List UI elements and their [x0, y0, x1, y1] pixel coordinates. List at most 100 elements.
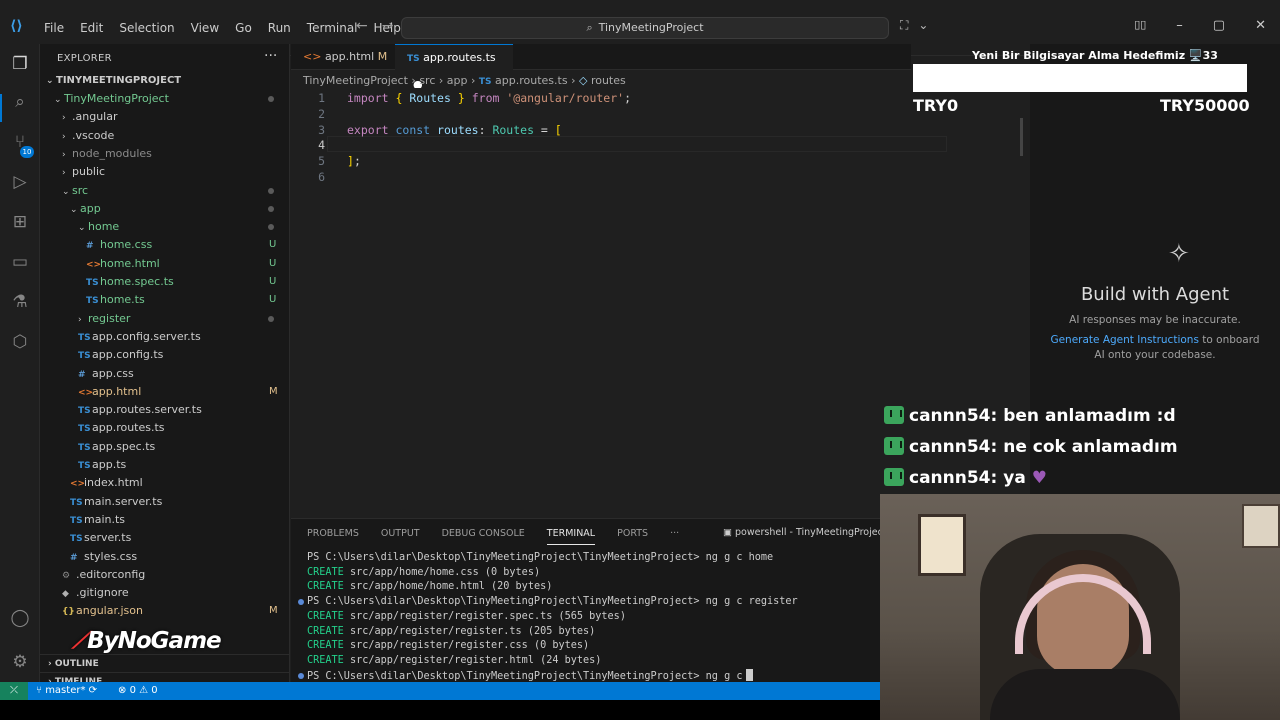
terminal-line: CREATE src/app/register/register.spec.ts…	[307, 610, 877, 625]
testing-icon[interactable]: ⚗	[8, 290, 32, 314]
tree-file[interactable]: TSapp.ts	[40, 456, 290, 474]
tree-folder[interactable]: ⌄ src	[40, 182, 290, 200]
tree-file[interactable]: ◆ .gitignore	[40, 584, 290, 602]
outline-section[interactable]: › OUTLINE	[40, 654, 290, 672]
line-number: 4	[318, 138, 325, 152]
settings-gear-icon[interactable]: ⚙	[8, 650, 32, 674]
tree-file[interactable]: <>index.html	[40, 474, 290, 492]
command-center-search[interactable]: ⌕ TinyMeetingProject	[401, 17, 889, 39]
menu-item-edit[interactable]: Edit	[72, 20, 111, 36]
menu-item-selection[interactable]: Selection	[111, 20, 182, 36]
chat-message: cannn54: ben anlamadım :d	[884, 406, 1176, 426]
menu-item-file[interactable]: File	[36, 20, 72, 36]
twitch-icon	[884, 406, 904, 424]
menu-item-go[interactable]: Go	[227, 20, 260, 36]
tree-file[interactable]: ⚙ .editorconfig	[40, 566, 290, 584]
menu-item-run[interactable]: Run	[260, 20, 299, 36]
tree-item-label: styles.css	[84, 549, 138, 563]
workspace-header[interactable]: ⌄ TINYMEETINGPROJECT	[40, 72, 290, 90]
tree-file[interactable]: TSapp.spec.ts	[40, 438, 290, 456]
panel-tab-debug-console[interactable]: DEBUG CONSOLE	[442, 527, 525, 545]
tree-file[interactable]: TSapp.config.server.ts	[40, 328, 290, 346]
agent-title: Build with Agent	[1080, 284, 1230, 305]
ts-file-icon: TS	[78, 406, 91, 417]
tree-item-label: public	[72, 165, 106, 179]
git-file-icon: ◆	[62, 589, 69, 600]
chevron-right-icon: ›	[62, 149, 66, 160]
panel-more-icon[interactable]: ···	[670, 527, 679, 545]
tree-item-label: main.ts	[84, 512, 126, 526]
tree-file[interactable]: TSserver.ts	[40, 529, 290, 547]
remote-explorer-icon[interactable]: ▭	[8, 250, 32, 274]
tree-file[interactable]: TSapp.routes.ts	[40, 419, 290, 437]
panel-tab-ports[interactable]: PORTS	[617, 527, 648, 545]
panel-tabs: PROBLEMS OUTPUT DEBUG CONSOLE TERMINAL PORTS…	[307, 527, 679, 545]
tree-folder[interactable]: ⌄ TinyMeetingProject	[40, 90, 290, 108]
tree-file[interactable]: TSmain.server.ts	[40, 493, 290, 511]
tree-folder[interactable]: ⌄ app	[40, 200, 290, 218]
maximize-icon[interactable]: ▢	[1213, 18, 1225, 33]
tree-file[interactable]: TShome.spec.ts U	[40, 273, 290, 291]
explorer-icon[interactable]: ❐	[8, 52, 32, 76]
generate-instructions-link[interactable]: Generate Agent Instructions	[1050, 334, 1198, 346]
tree-file[interactable]: <>app.html M	[40, 383, 290, 401]
terminal-output[interactable]: PS C:\Users\dilar\Desktop\TinyMeetingPro…	[298, 551, 877, 684]
tree-folder[interactable]: › register	[40, 310, 290, 328]
tree-file[interactable]: TShome.ts U	[40, 291, 290, 309]
terminal-text: PS C:\Users\dilar\Desktop\TinyMeetingPro…	[307, 552, 774, 563]
forward-arrow-icon[interactable]: →	[382, 18, 394, 34]
menu-item-view[interactable]: View	[183, 20, 227, 36]
terminal-line: PS C:\Users\dilar\Desktop\TinyMeetingPro…	[298, 595, 877, 610]
terminal-shell-label[interactable]: ▣ powershell - TinyMeetingProject	[723, 527, 887, 538]
create-label: CREATE	[307, 625, 344, 637]
tree-folder[interactable]: › .angular	[40, 108, 290, 126]
tree-file[interactable]: TSapp.config.ts	[40, 346, 290, 364]
tree-folder[interactable]: › .vscode	[40, 127, 290, 145]
tab-app-html[interactable]: <> app.html M	[291, 44, 395, 70]
tree-file[interactable]: # app.css	[40, 365, 290, 383]
remote-indicator-icon[interactable]: ⤫	[0, 682, 28, 700]
back-arrow-icon[interactable]: ←	[356, 18, 368, 34]
chevron-down-icon[interactable]: ⌄	[918, 18, 928, 33]
layout-icon[interactable]: ▯▯	[1134, 18, 1146, 33]
minimap[interactable]	[1020, 118, 1023, 156]
terminal-line: CREATE src/app/register/register.html (2…	[307, 654, 877, 669]
panel-tab-terminal[interactable]: TERMINAL	[546, 527, 596, 545]
tree-item-label: app.routes.server.ts	[92, 403, 202, 417]
modified-dot	[268, 315, 274, 322]
sync-icon: ⟳	[88, 685, 98, 696]
twitch-icon	[884, 437, 904, 455]
tree-file[interactable]: {}angular.json M	[40, 602, 290, 620]
extensions-icon[interactable]: ⊞	[8, 210, 32, 234]
containers-icon[interactable]: ⬡	[8, 330, 32, 354]
search-icon[interactable]: ⌕	[8, 90, 32, 114]
tree-file[interactable]: TSmain.ts	[40, 511, 290, 529]
line-number: 6	[318, 170, 325, 184]
panel-tab-output[interactable]: OUTPUT	[381, 527, 420, 545]
more-actions-icon[interactable]: ···	[264, 48, 277, 64]
accounts-icon[interactable]: ◯	[8, 606, 32, 630]
run-debug-icon[interactable]: ▷	[8, 170, 32, 194]
tree-file[interactable]: TSapp.routes.server.ts	[40, 401, 290, 419]
close-icon[interactable]: ✕	[1255, 18, 1266, 33]
tree-folder[interactable]: › public	[40, 163, 290, 181]
css-file-icon: #	[86, 241, 94, 252]
tree-folder[interactable]: ⌄ home	[40, 218, 290, 236]
minimize-icon[interactable]: –	[1176, 18, 1183, 33]
vscode-window: ⟨⟩ File Edit Selection View Go Run Terminal Hel…	[0, 0, 1280, 720]
terminal-line: CREATE src/app/home/home.css (0 bytes)	[307, 566, 877, 581]
tree-folder[interactable]: › node_modules	[40, 145, 290, 163]
git-branch[interactable]: ⑂ master* ⟳	[36, 682, 97, 700]
copilot-icon[interactable]: ⛶	[900, 18, 908, 33]
chevron-down-icon: ⌄	[78, 223, 86, 234]
modified-dot	[268, 187, 274, 194]
ts-file-icon: TS	[78, 351, 91, 362]
terminal-text: src/app/register/register.spec.ts (565 b…	[343, 610, 626, 622]
bynogame-logo: ⟋ByNoGame	[72, 628, 222, 654]
tree-file[interactable]: <>home.html U	[40, 255, 290, 273]
panel-tab-problems[interactable]: PROBLEMS	[307, 527, 359, 545]
tree-file[interactable]: # styles.css	[40, 548, 290, 566]
tree-file[interactable]: # home.css U	[40, 236, 290, 254]
tab-app-routes-ts[interactable]: TS app.routes.ts ●	[395, 44, 513, 91]
problems-indicator[interactable]: ⊗ 0 ⚠ 0	[118, 682, 158, 700]
